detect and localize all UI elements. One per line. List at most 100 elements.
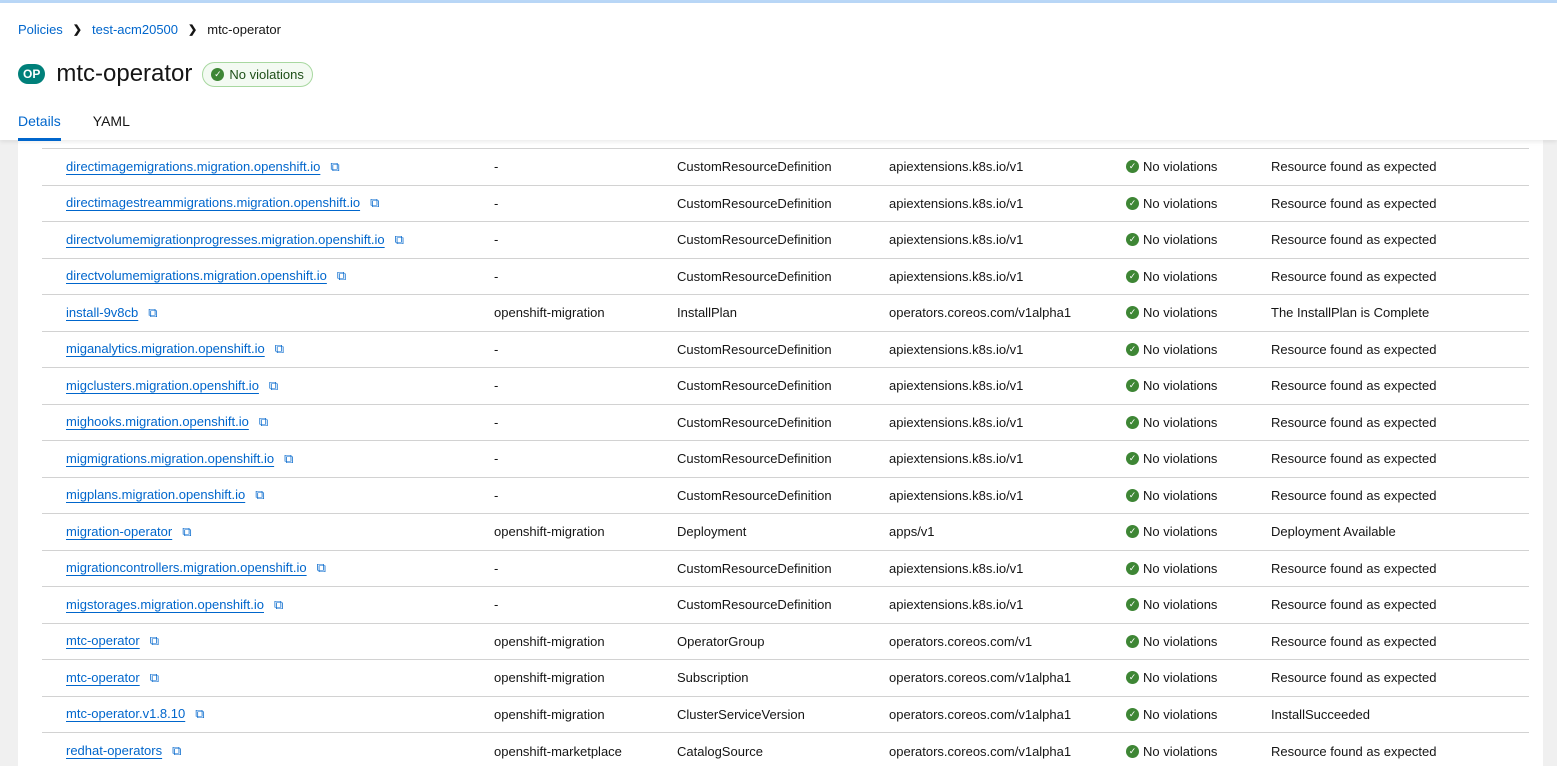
api-version-cell: apiextensions.k8s.io/v1	[889, 403, 1126, 441]
external-link-icon[interactable]: ⧉	[182, 524, 191, 539]
violation-status: No violations	[1143, 414, 1218, 430]
violation-status: No violations	[1143, 706, 1218, 722]
api-version-cell: operators.coreos.com/v1	[889, 622, 1126, 660]
resource-link[interactable]: directimagestreammigrations.migration.op…	[66, 195, 360, 210]
violations-cell: ✓ No violations	[1126, 367, 1271, 404]
table-row: migrationcontrollers.migration.openshift…	[42, 549, 1529, 587]
tab-yaml[interactable]: YAML	[93, 113, 130, 141]
namespace-cell: openshift-migration	[494, 622, 677, 660]
table-row: miganalytics.migration.openshift.io ⧉ - C…	[42, 330, 1529, 368]
chevron-right-icon: ❯	[188, 24, 198, 36]
violation-status: No violations	[1143, 524, 1218, 540]
external-link-icon[interactable]: ⧉	[195, 706, 204, 721]
kind-cell: CustomResourceDefinition	[677, 330, 889, 368]
api-version-cell: apiextensions.k8s.io/v1	[889, 367, 1126, 404]
chevron-right-icon: ❯	[72, 24, 83, 36]
kind-cell: CatalogSource	[677, 732, 889, 766]
resource-link[interactable]: migplans.migration.openshift.io	[66, 487, 245, 502]
resource-link[interactable]: mtc-operator.v1.8.10	[66, 706, 185, 721]
resource-link[interactable]: redhat-operators	[66, 743, 162, 758]
external-link-icon[interactable]: ⧉	[330, 159, 339, 174]
external-link-icon[interactable]: ⧉	[274, 597, 283, 612]
resource-link[interactable]: migclusters.migration.openshift.io	[66, 378, 259, 393]
kind-cell: Deployment	[677, 513, 889, 550]
violations-cell: ✓ No violations	[1126, 513, 1271, 550]
table-row: directimagestreammigrations.migration.op…	[42, 184, 1529, 222]
kind-cell: InstallPlan	[677, 294, 889, 331]
kind-cell: OperatorGroup	[677, 622, 889, 660]
violations-cell: ✓ No violations	[1126, 440, 1271, 477]
name-cell: migration-operator ⧉	[42, 513, 494, 550]
message-cell: Resource found as expected	[1271, 586, 1529, 623]
violation-status: No violations	[1143, 268, 1218, 284]
resource-link[interactable]: mtc-operator	[66, 633, 140, 648]
message-cell: The InstallPlan is Complete	[1271, 294, 1529, 331]
resource-link[interactable]: miganalytics.migration.openshift.io	[66, 341, 265, 356]
external-link-icon[interactable]: ⧉	[255, 487, 264, 502]
message-cell: Resource found as expected	[1271, 659, 1529, 696]
resource-link[interactable]: directvolumemigrationprogresses.migratio…	[66, 232, 385, 247]
kind-cell: ClusterServiceVersion	[677, 695, 889, 733]
name-cell: miganalytics.migration.openshift.io ⧉	[42, 330, 494, 368]
message-cell: Resource found as expected	[1271, 148, 1529, 185]
violations-cell: ✓ No violations	[1126, 549, 1271, 587]
page-title: mtc-operator	[56, 60, 193, 87]
namespace-cell: -	[494, 549, 677, 587]
resource-link[interactable]: migration-operator	[66, 524, 172, 539]
external-link-icon[interactable]: ⧉	[259, 414, 268, 429]
resource-link[interactable]: migstorages.migration.openshift.io	[66, 597, 264, 612]
name-cell: mighooks.migration.openshift.io ⧉	[42, 403, 494, 441]
message-cell: Resource found as expected	[1271, 403, 1529, 441]
api-version-cell: apiextensions.k8s.io/v1	[889, 330, 1126, 368]
name-cell: mtc-operator ⧉	[42, 659, 494, 696]
violation-status: No violations	[1143, 487, 1218, 503]
external-link-icon[interactable]: ⧉	[269, 378, 278, 393]
table-row: mtc-operator.v1.8.10 ⧉ openshift-migratio…	[42, 695, 1529, 733]
kind-cell: Subscription	[677, 659, 889, 696]
external-link-icon[interactable]: ⧉	[284, 451, 293, 466]
external-link-icon[interactable]: ⧉	[172, 743, 181, 758]
violation-status: No violations	[1143, 743, 1218, 759]
resource-link[interactable]: migmigrations.migration.openshift.io	[66, 451, 274, 466]
table-row: mighooks.migration.openshift.io ⧉ - Custo…	[42, 403, 1529, 441]
name-cell: migstorages.migration.openshift.io ⧉	[42, 586, 494, 623]
external-link-icon[interactable]: ⧉	[150, 670, 159, 685]
external-link-icon[interactable]: ⧉	[317, 560, 326, 575]
status-badge: ✓ No violations	[202, 61, 313, 87]
namespace-cell: -	[494, 221, 677, 258]
status-label: No violations	[229, 66, 304, 82]
message-cell: InstallSucceeded	[1271, 695, 1529, 733]
external-link-icon[interactable]: ⧉	[150, 633, 159, 648]
name-cell: directvolumemigrationprogresses.migratio…	[42, 221, 494, 258]
table-row: migplans.migration.openshift.io ⧉ - Custo…	[42, 476, 1529, 514]
resource-link[interactable]: directimagemigrations.migration.openshif…	[66, 159, 320, 174]
external-link-icon[interactable]: ⧉	[337, 268, 346, 283]
name-cell: migrationcontrollers.migration.openshift…	[42, 549, 494, 587]
namespace-cell: openshift-migration	[494, 513, 677, 550]
resource-link[interactable]: migrationcontrollers.migration.openshift…	[66, 560, 307, 575]
operator-policy-badge: OP	[18, 64, 46, 84]
resource-link[interactable]: directvolumemigrations.migration.openshi…	[66, 268, 327, 283]
resource-link[interactable]: mtc-operator	[66, 670, 140, 685]
message-cell: Resource found as expected	[1271, 549, 1529, 587]
namespace-cell: -	[494, 586, 677, 623]
tab-details[interactable]: Details	[18, 113, 61, 141]
violations-cell: ✓ No violations	[1126, 184, 1271, 222]
external-link-icon[interactable]: ⧉	[370, 195, 379, 210]
external-link-icon[interactable]: ⧉	[148, 305, 157, 320]
namespace-cell: -	[494, 257, 677, 295]
external-link-icon[interactable]: ⧉	[275, 341, 284, 356]
breadcrumb-policy-set[interactable]: test-acm20500	[92, 22, 178, 37]
breadcrumb-policies[interactable]: Policies	[18, 22, 63, 37]
api-version-cell: apiextensions.k8s.io/v1	[889, 257, 1126, 295]
namespace-cell: openshift-migration	[494, 659, 677, 696]
api-version-cell: apiextensions.k8s.io/v1	[889, 221, 1126, 258]
external-link-icon[interactable]: ⧉	[395, 232, 404, 247]
table-row: mtc-operator ⧉ openshift-migration Subscr…	[42, 659, 1529, 696]
resource-link[interactable]: mighooks.migration.openshift.io	[66, 414, 249, 429]
name-cell: mtc-operator.v1.8.10 ⧉	[42, 695, 494, 733]
violations-cell: ✓ No violations	[1126, 476, 1271, 514]
namespace-cell: -	[494, 476, 677, 514]
resource-link[interactable]: install-9v8cb	[66, 305, 138, 320]
table-row: directimagemigrations.migration.openshif…	[42, 148, 1529, 185]
